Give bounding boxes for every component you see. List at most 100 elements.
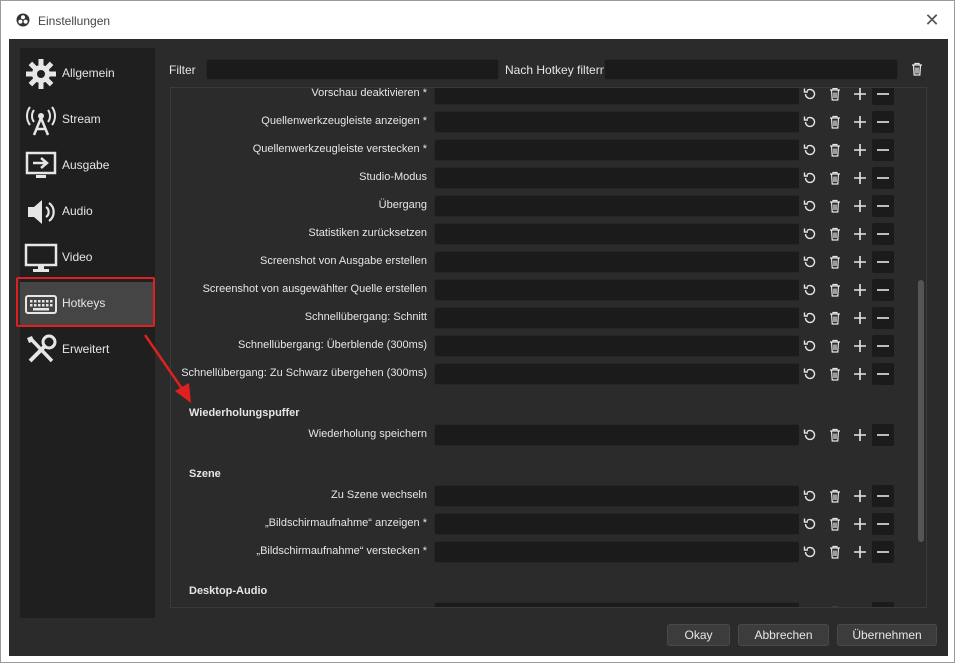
trash-icon[interactable] [824,541,846,563]
hotkey-input[interactable] [434,513,800,535]
revert-icon[interactable] [799,602,821,607]
minus-icon[interactable] [872,251,894,273]
hotkey-row: Quellenwerkzeugleiste anzeigen * [171,108,911,136]
plus-icon[interactable] [849,223,871,245]
apply-button[interactable]: Übernehmen [837,624,937,646]
plus-icon[interactable] [849,251,871,273]
revert-icon[interactable] [799,223,821,245]
hotkey-input[interactable] [434,363,800,385]
sidebar-item-erweitert[interactable]: Erweitert [20,328,155,372]
sidebar-item-audio[interactable]: Audio [20,190,155,234]
filter-input[interactable] [206,59,499,80]
revert-icon[interactable] [799,88,821,105]
plus-icon[interactable] [849,363,871,385]
sidebar-item-stream[interactable]: Stream [20,98,155,142]
plus-icon[interactable] [849,485,871,507]
plus-icon[interactable] [849,167,871,189]
scrollbar-thumb[interactable] [918,280,924,542]
hotkey-input[interactable] [434,223,800,245]
revert-icon[interactable] [799,111,821,133]
plus-icon[interactable] [849,195,871,217]
hotkey-input[interactable] [434,424,800,446]
plus-icon[interactable] [849,513,871,535]
revert-icon[interactable] [799,485,821,507]
plus-icon[interactable] [849,424,871,446]
hotkey-label: Schnellübergang: Überblende (300ms) [238,339,427,351]
trash-icon[interactable] [824,111,846,133]
sidebar-item-hotkeys[interactable]: Hotkeys [20,282,155,326]
hotkeys-scroll-area[interactable]: Vorschau deaktivieren * Quellenwerkzeugle… [170,87,927,608]
sidebar-item-allgemein[interactable]: Allgemein [20,52,155,96]
minus-icon[interactable] [872,541,894,563]
minus-icon[interactable] [872,307,894,329]
minus-icon[interactable] [872,279,894,301]
revert-icon[interactable] [799,167,821,189]
hotkey-input[interactable] [434,485,800,507]
hotkey-row: Vorschau deaktivieren * [171,88,911,108]
trash-icon[interactable] [824,279,846,301]
minus-icon[interactable] [872,485,894,507]
trash-icon[interactable] [824,88,846,105]
minus-icon[interactable] [872,139,894,161]
trash-icon[interactable] [824,363,846,385]
hotkey-input[interactable] [434,139,800,161]
revert-icon[interactable] [799,513,821,535]
plus-icon[interactable] [849,111,871,133]
revert-icon[interactable] [799,251,821,273]
trash-icon[interactable] [824,307,846,329]
trash-icon[interactable] [824,195,846,217]
hotkey-input[interactable] [434,88,800,105]
minus-icon[interactable] [872,424,894,446]
sidebar-item-video[interactable]: Video [20,236,155,280]
revert-icon[interactable] [799,335,821,357]
minus-icon[interactable] [872,111,894,133]
hotkey-input[interactable] [434,167,800,189]
revert-icon[interactable] [799,424,821,446]
trash-icon[interactable] [824,335,846,357]
minus-icon[interactable] [872,167,894,189]
vertical-scrollbar[interactable] [916,88,926,607]
minus-icon[interactable] [872,363,894,385]
plus-icon[interactable] [849,279,871,301]
trash-icon[interactable] [824,167,846,189]
trash-icon[interactable] [824,251,846,273]
plus-icon[interactable] [849,335,871,357]
revert-icon[interactable] [799,541,821,563]
hotkey-input[interactable] [434,279,800,301]
revert-icon[interactable] [799,307,821,329]
trash-icon[interactable] [824,485,846,507]
hotkey-input[interactable] [434,541,800,563]
hotkey-input[interactable] [434,335,800,357]
revert-icon[interactable] [799,195,821,217]
trash-icon[interactable] [824,139,846,161]
revert-icon[interactable] [799,139,821,161]
minus-icon[interactable] [872,223,894,245]
revert-icon[interactable] [799,363,821,385]
plus-icon[interactable] [849,602,871,607]
hotkey-input[interactable] [434,307,800,329]
trash-icon[interactable] [824,223,846,245]
plus-icon[interactable] [849,541,871,563]
minus-icon[interactable] [872,513,894,535]
minus-icon[interactable] [872,335,894,357]
minus-icon[interactable] [872,88,894,105]
trash-icon[interactable] [824,513,846,535]
trash-icon[interactable] [824,424,846,446]
minus-icon[interactable] [872,195,894,217]
trash-icon[interactable] [824,602,846,607]
plus-icon[interactable] [849,88,871,105]
clear-filter-trash-icon[interactable] [908,60,926,78]
plus-icon[interactable] [849,307,871,329]
sidebar-item-ausgabe[interactable]: Ausgabe [20,144,155,188]
hotkey-input[interactable] [434,602,800,607]
hotkey-input[interactable] [434,111,800,133]
close-icon[interactable]: ✕ [920,8,944,32]
hotkey-input[interactable] [434,195,800,217]
cancel-button[interactable]: Abbrechen [738,624,829,646]
hotkey-filter-input[interactable] [604,59,898,80]
revert-icon[interactable] [799,279,821,301]
plus-icon[interactable] [849,139,871,161]
ok-button[interactable]: Okay [667,624,730,646]
minus-icon[interactable] [872,602,894,607]
hotkey-input[interactable] [434,251,800,273]
